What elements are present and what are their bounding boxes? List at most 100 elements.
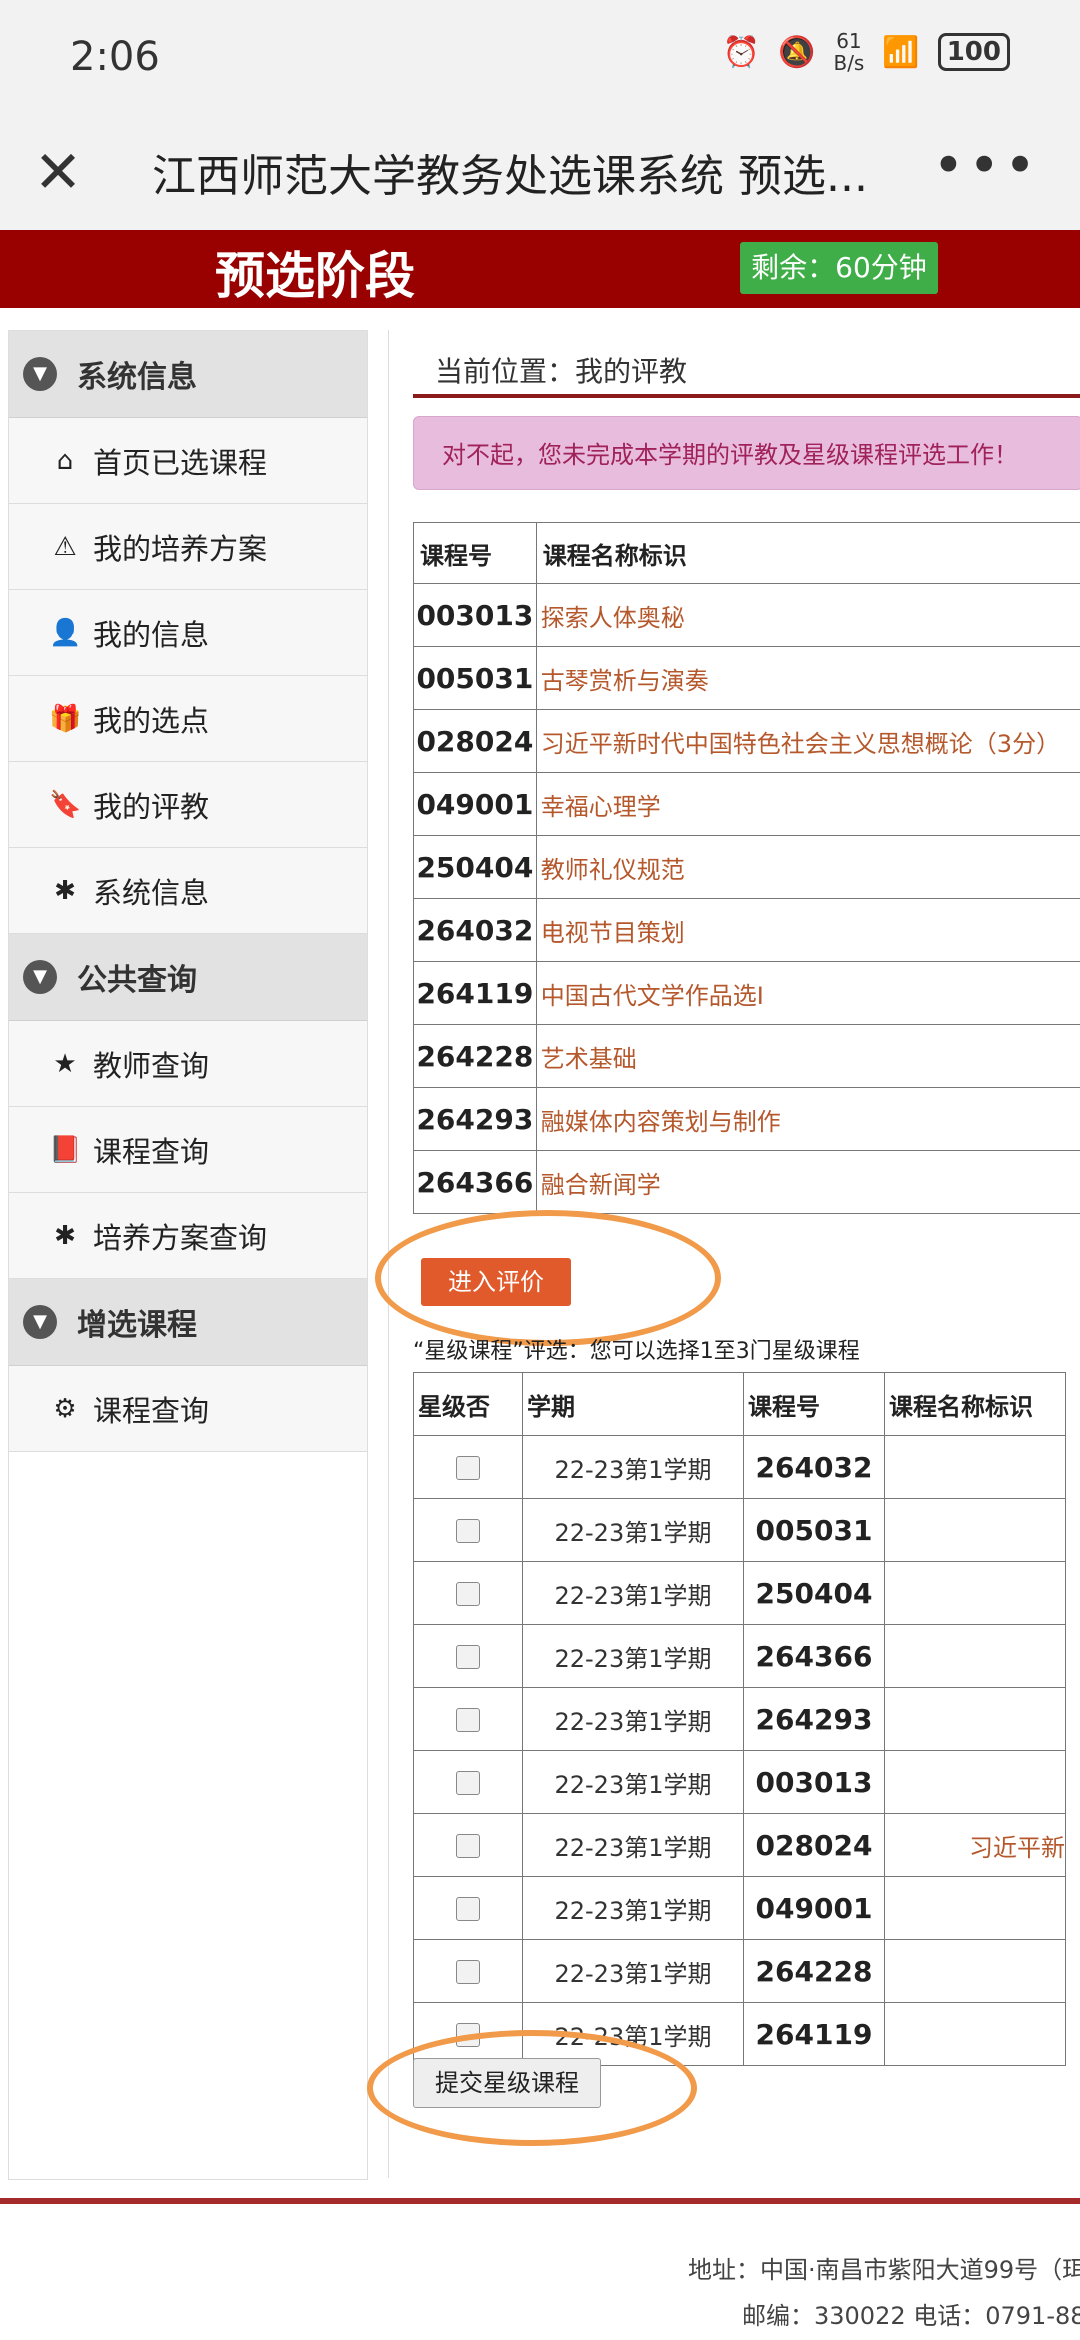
status-time: 2:06 [70,34,160,80]
net-speed: 61 B/s [833,29,865,75]
term-cell: 22-23第1学期 [522,1624,744,1688]
course-name-link[interactable]: 融媒体内容策划与制作 [535,1087,1080,1151]
course-name-link[interactable]: 电视节目策划 [535,898,1080,962]
sidebar-item-my-info[interactable]: 👤 我的信息 [9,590,367,676]
table-row: 22-23第1学期 028024 习近平新 [413,1813,1066,1877]
footer-address: 地址：中国·南昌市紫阳大道99号（珥 [688,2256,1080,2284]
home-icon: ⌂ [56,445,74,476]
term-cell: 22-23第1学期 [522,1561,744,1625]
gear-icon: ⚙ [53,1393,77,1424]
column-header-name: 课程名称标识 [884,1372,1066,1436]
course-name[interactable] [884,1876,1066,1940]
course-name-link[interactable]: 艺术基础 [535,1024,1080,1088]
star-checkbox[interactable] [456,1582,480,1606]
evaluation-table: 课程号 课程名称标识 003013 探索人体奥秘 005031 古琴赏析与演奏 02… [413,522,1080,1214]
star-icon: ★ [53,1048,77,1079]
sidebar-item-my-evaluation[interactable]: 🔖 我的评教 [9,762,367,848]
table-row: 22-23第1学期 005031 [413,1498,1066,1562]
sidebar-item-add-course-query[interactable]: ⚙ 课程查询 [9,1366,367,1452]
star-checkbox[interactable] [456,1519,480,1543]
course-name-link[interactable]: 古琴赏析与演奏 [535,646,1080,710]
more-icon[interactable]: ••• [932,134,1040,197]
course-name-link[interactable]: 中国古代文学作品选I [535,961,1080,1025]
breadcrumb: 当前位置：我的评教 [435,355,688,388]
course-name[interactable] [884,1687,1066,1751]
star-checkbox[interactable] [456,1708,480,1732]
phase-banner: 预选阶段 剩余：60分钟 [0,230,1080,308]
course-name-link[interactable]: 教师礼仪规范 [535,835,1080,899]
battery-icon: 100 [937,33,1010,71]
phase-title: 预选阶段 [215,247,415,305]
term-cell: 22-23第1学期 [522,1813,744,1877]
course-name[interactable] [884,1624,1066,1688]
course-name[interactable] [884,1750,1066,1814]
sidebar-item-my-points[interactable]: 🎁 我的选点 [9,676,367,762]
alarm-icon: ⏰ [722,34,761,70]
course-code: 005031 [743,1498,885,1562]
asterisk-icon: ✱ [54,875,76,906]
term-cell: 22-23第1学期 [522,1750,744,1814]
column-header-code: 课程号 [413,522,537,584]
star-checkbox[interactable] [456,1456,480,1480]
star-checkbox[interactable] [456,1645,480,1669]
course-name[interactable]: 习近平新 [884,1813,1066,1877]
star-checkbox[interactable] [456,1897,480,1921]
annotation-ring-submit [367,2030,697,2146]
course-code: 264228 [413,1024,537,1088]
term-cell: 22-23第1学期 [522,1876,744,1940]
sidebar-item-system-info[interactable]: ✱ 系统信息 [9,848,367,934]
annotation-ring-eval [375,1210,721,1346]
course-name[interactable] [884,1561,1066,1625]
close-icon[interactable]: ✕ [28,142,88,202]
star-checkbox[interactable] [456,1771,480,1795]
course-code: 049001 [743,1876,885,1940]
sidebar-section-add-course[interactable]: ▼ 增选课程 [9,1279,367,1366]
course-code: 003013 [413,583,537,647]
course-code: 264119 [743,2002,885,2066]
table-row: 22-23第1学期 264228 [413,1939,1066,2003]
title-bar: ✕ 江西师范大学教务处选课系统 预选... ••• [0,120,1080,230]
user-icon: 👤 [49,617,82,648]
course-name[interactable] [884,1939,1066,2003]
term-cell: 22-23第1学期 [522,1498,744,1562]
sidebar-item-plan[interactable]: ⚠ 我的培养方案 [9,504,367,590]
star-checkbox[interactable] [456,1960,480,1984]
term-cell: 22-23第1学期 [522,1687,744,1751]
status-icons: ⏰ 🔕 61 B/s 📶 100 [723,30,1010,74]
table-row: 028024 习近平新时代中国特色社会主义思想概论（3分） [413,709,1080,773]
course-name-link[interactable]: 习近平新时代中国特色社会主义思想概论（3分） [535,709,1080,773]
term-cell: 22-23第1学期 [522,1939,744,2003]
course-code: 003013 [743,1750,885,1814]
sidebar: ▼ 系统信息 ⌂ 首页已选课程 ⚠ 我的培养方案 👤 我的信息 🎁 我的选点 🔖… [8,330,368,2180]
column-header-star: 星级否 [413,1372,523,1436]
course-code: 028024 [743,1813,885,1877]
page-title: 江西师范大学教务处选课系统 预选... [152,151,868,202]
course-name-link[interactable]: 融合新闻学 [535,1150,1080,1214]
table-row: 22-23第1学期 250404 [413,1561,1066,1625]
alert-message: 对不起，您未完成本学期的评教及星级课程评选工作！ [413,416,1080,490]
course-name-link[interactable]: 幸福心理学 [535,772,1080,836]
table-header-row: 星级否 学期 课程号 课程名称标识 [413,1372,1066,1436]
sidebar-item-teacher-query[interactable]: ★ 教师查询 [9,1021,367,1107]
footer-postcode-phone: 邮编：330022 电话：0791-88120 [742,2302,1080,2330]
course-name[interactable] [884,2002,1066,2066]
star-checkbox[interactable] [456,1834,480,1858]
course-name[interactable] [884,1435,1066,1499]
sidebar-section-system[interactable]: ▼ 系统信息 [9,331,367,418]
sidebar-item-course-query[interactable]: 📕 课程查询 [9,1107,367,1193]
table-row: 22-23第1学期 264032 [413,1435,1066,1499]
hotspot-icon: 📶 [882,34,920,70]
sidebar-item-plan-query[interactable]: ✱ 培养方案查询 [9,1193,367,1279]
sidebar-item-home[interactable]: ⌂ 首页已选课程 [9,418,367,504]
chevron-down-icon: ▼ [23,357,57,391]
sidebar-section-public-query[interactable]: ▼ 公共查询 [9,934,367,1021]
chevron-down-icon: ▼ [23,1305,57,1339]
course-code: 264366 [743,1624,885,1688]
table-row: 264366 融合新闻学 [413,1150,1080,1214]
course-name-link[interactable]: 探索人体奥秘 [535,583,1080,647]
star-course-table: 星级否 学期 课程号 课程名称标识 22-23第1学期 264032 22-23第… [413,1372,1066,2066]
column-header-name: 课程名称标识 [535,522,1080,584]
table-header-row: 课程号 课程名称标识 [413,522,1080,584]
table-row: 049001 幸福心理学 [413,772,1080,836]
course-name[interactable] [884,1498,1066,1562]
